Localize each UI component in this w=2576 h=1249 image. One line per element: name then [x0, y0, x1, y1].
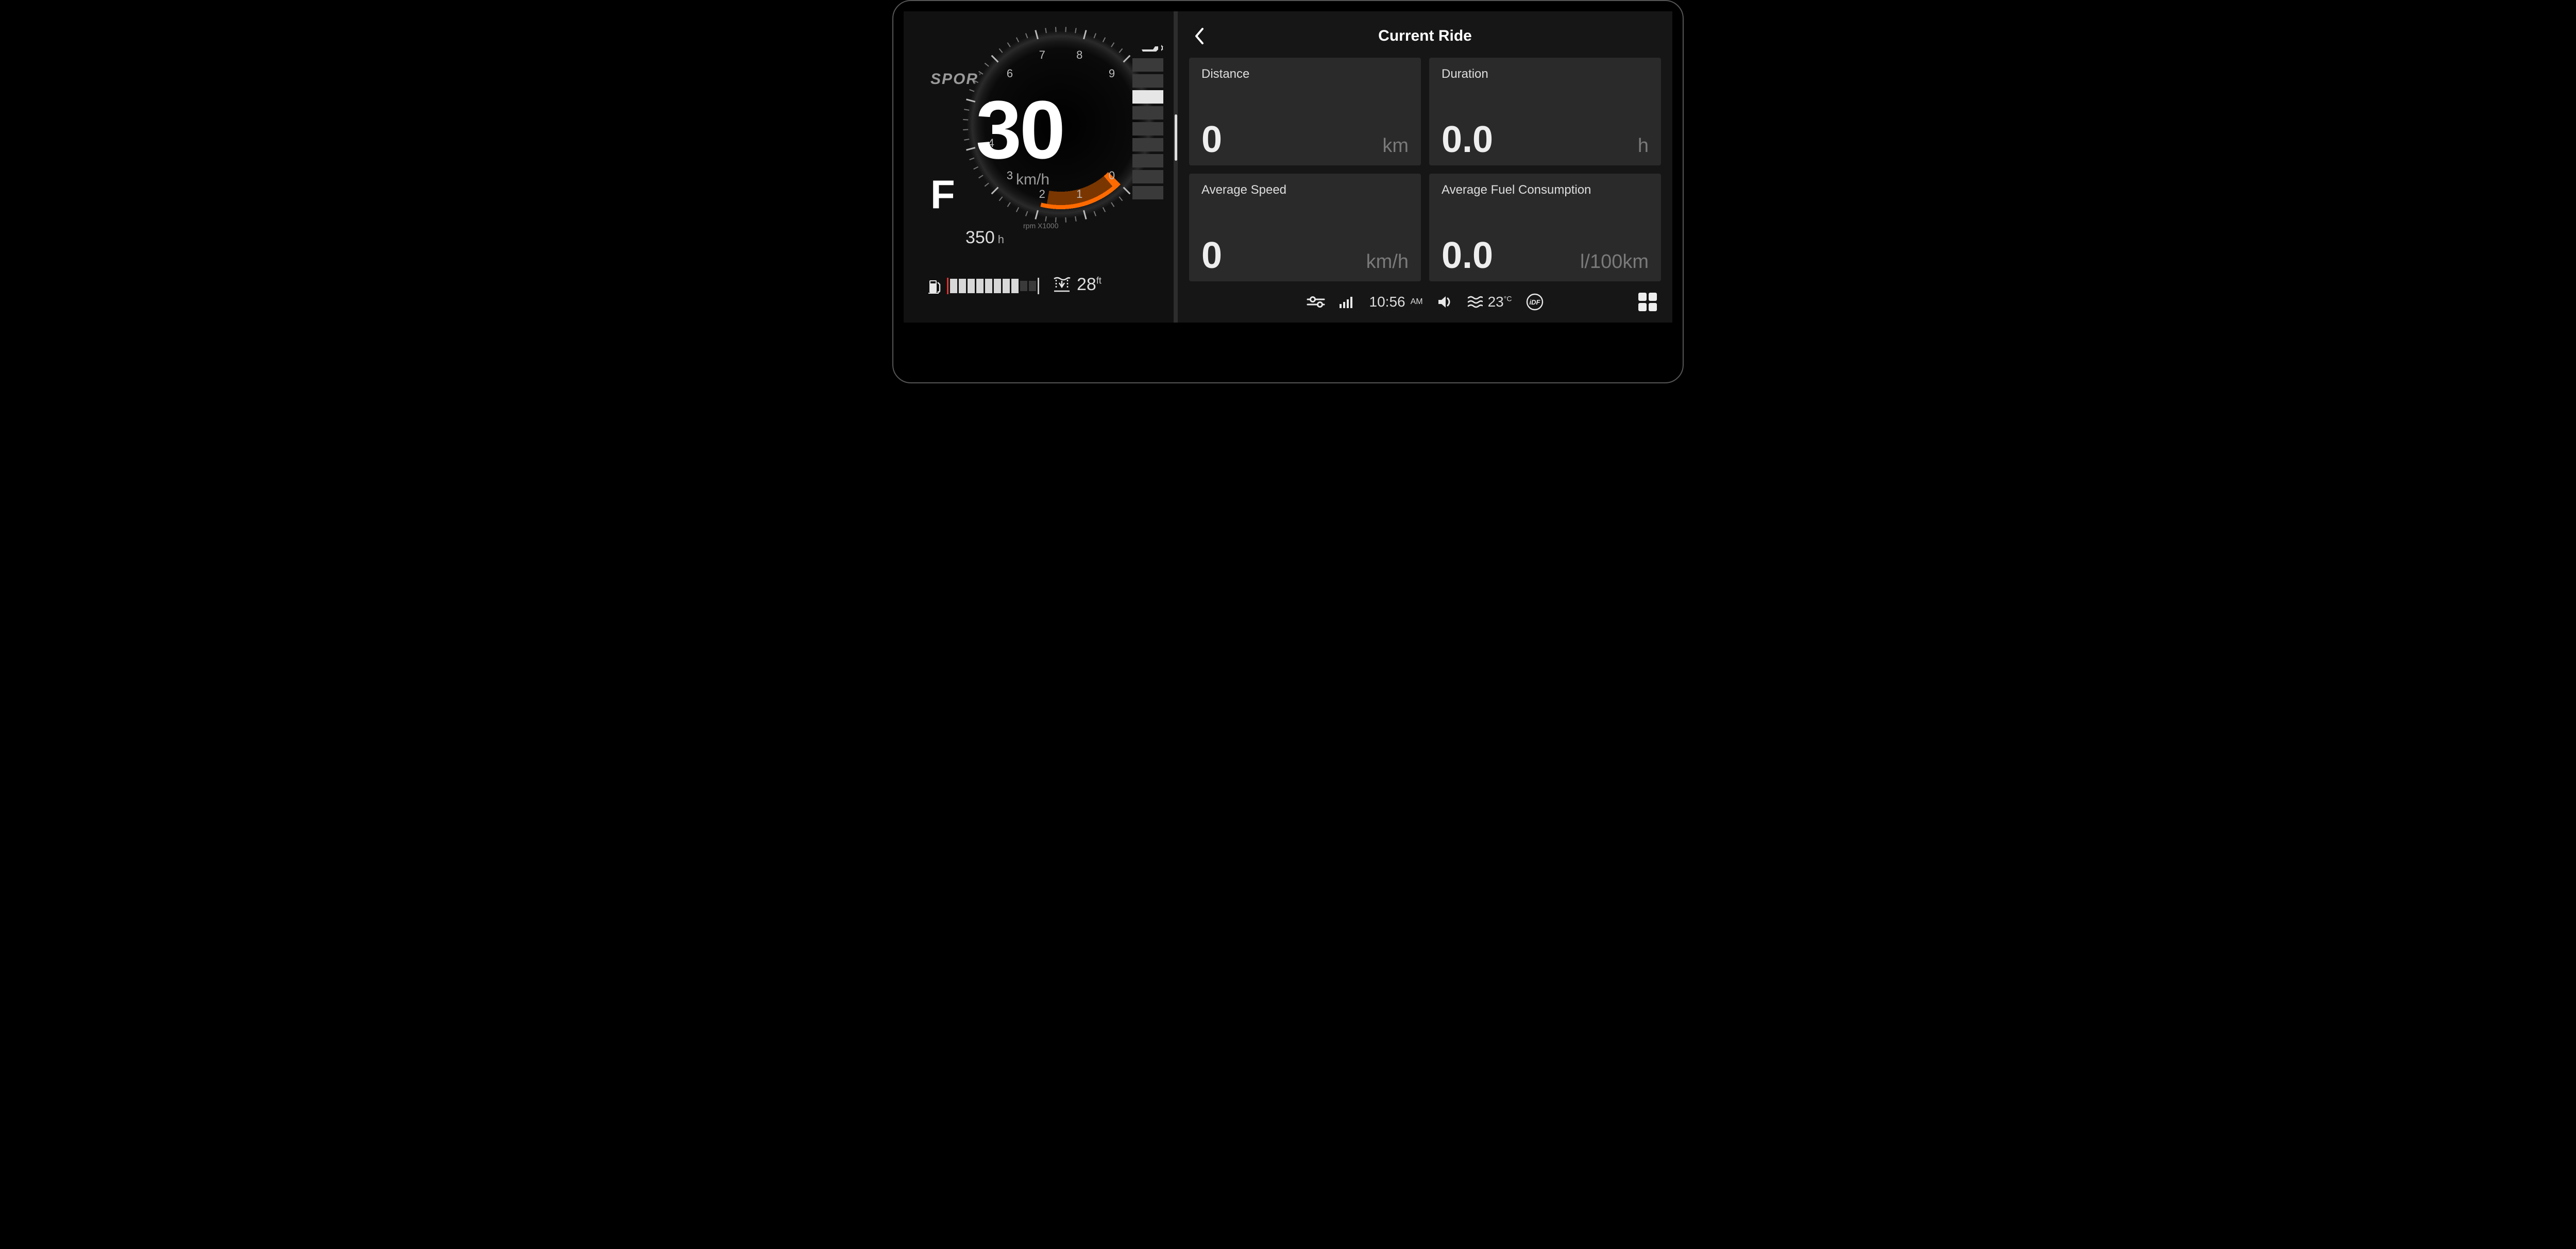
idf-button[interactable]: iDF: [1526, 293, 1544, 311]
trim-segment: [1132, 154, 1163, 167]
screen: SPORT 0123456789 30 km/h rpm X1000 F 350…: [904, 11, 1672, 323]
card-title: Average Fuel Consumption: [1442, 183, 1649, 197]
fuel-gauge: [928, 278, 1039, 294]
rpm-unit-label: rpm X1000: [1023, 222, 1058, 230]
card-value: 0: [1201, 121, 1222, 158]
card-average-speed[interactable]: Average Speed 0 km/h: [1189, 174, 1421, 281]
divider-handle[interactable]: [1175, 114, 1177, 161]
page-title: Current Ride: [1189, 27, 1661, 45]
clock: 10:56 AM: [1369, 294, 1423, 310]
card-unit: km: [1382, 135, 1409, 157]
speed-value: 30: [976, 89, 1063, 171]
trim-segment: [1132, 186, 1163, 199]
speed-unit: km/h: [1016, 171, 1049, 189]
content-panel: Current Ride Distance 0 km Duration 0.0 …: [1178, 11, 1672, 323]
gear-indicator: F: [930, 171, 955, 218]
depth-unit: ft: [1096, 276, 1101, 286]
fuel-segment: [959, 279, 966, 293]
tach-scale-number: 0: [1109, 169, 1115, 182]
tach-scale-number: 7: [1039, 48, 1045, 62]
settings-button[interactable]: [1307, 296, 1325, 308]
gauge-panel: SPORT 0123456789 30 km/h rpm X1000 F 350…: [904, 11, 1174, 323]
fuel-segment: [985, 279, 992, 293]
panel-divider[interactable]: [1174, 11, 1178, 323]
engine-hours-unit: h: [995, 233, 1004, 246]
clock-ampm: AM: [1411, 297, 1423, 307]
fuel-segment: [976, 279, 984, 293]
svg-text:iDF: iDF: [1530, 298, 1541, 306]
trim-segment: [1132, 58, 1163, 72]
status-bar: 10:56 AM 23°C: [1189, 289, 1661, 315]
fuel-segment: [1029, 281, 1036, 291]
card-title: Duration: [1442, 67, 1649, 81]
trim-segment: [1132, 122, 1163, 136]
tach-scale-number: 2: [1039, 188, 1045, 201]
water-temp-unit: °C: [1504, 295, 1512, 303]
fuel-segment: [968, 279, 975, 293]
fuel-segment: [1003, 279, 1010, 293]
speaker-icon: [1437, 295, 1453, 309]
card-average-fuel[interactable]: Average Fuel Consumption 0.0 l/100km: [1429, 174, 1661, 281]
trim-segment: [1132, 138, 1163, 151]
tach-scale-number: 1: [1076, 188, 1082, 201]
fuel-empty-mark: [947, 278, 948, 294]
sliders-icon: [1307, 296, 1325, 308]
water-temp-value: 23: [1488, 294, 1504, 310]
card-title: Average Speed: [1201, 183, 1409, 197]
stats-grid: Distance 0 km Duration 0.0 h Average Spe…: [1189, 58, 1661, 281]
card-unit: l/100km: [1580, 251, 1649, 273]
card-value: 0.0: [1442, 121, 1493, 158]
device-frame: SPORT 0123456789 30 km/h rpm X1000 F 350…: [892, 0, 1684, 383]
card-value: 0: [1201, 237, 1222, 274]
card-title: Distance: [1201, 67, 1409, 81]
watercraft-trim-icon: [1132, 42, 1163, 54]
fuel-segment: [1020, 281, 1027, 291]
card-distance[interactable]: Distance 0 km: [1189, 58, 1421, 165]
volume-button[interactable]: [1437, 295, 1453, 309]
tach-scale-number: 8: [1076, 48, 1082, 62]
card-duration[interactable]: Duration 0.0 h: [1429, 58, 1661, 165]
trim-segment: [1132, 106, 1163, 120]
card-unit: km/h: [1366, 251, 1409, 273]
tach-scale-number: 9: [1109, 67, 1115, 80]
trim-segment: [1132, 170, 1163, 183]
fuel-segment: [994, 279, 1001, 293]
chevron-left-icon: [1194, 28, 1205, 44]
fuel-segment: [950, 279, 957, 293]
clock-time: 10:56: [1369, 294, 1405, 310]
card-unit: h: [1638, 135, 1649, 157]
trim-segment: [1132, 90, 1163, 104]
trim-segment: [1132, 74, 1163, 88]
trim-indicator: [1132, 42, 1163, 199]
back-button[interactable]: [1189, 26, 1210, 46]
engine-hours-value: 350: [965, 228, 995, 247]
content-header: Current Ride: [1189, 22, 1661, 50]
depth-reading: 28ft: [1053, 275, 1101, 295]
fuel-full-mark: [1038, 278, 1039, 294]
cellular-signal-icon: [1340, 296, 1355, 308]
apps-button[interactable]: [1638, 293, 1657, 311]
engine-hours: 350h: [965, 228, 1004, 248]
fuel-pump-icon: [928, 278, 943, 294]
depth-icon: [1053, 277, 1071, 293]
tach-scale-number: 6: [1007, 67, 1013, 80]
fuel-bar: [947, 278, 1039, 294]
card-value: 0.0: [1442, 237, 1493, 274]
water-temp-icon: [1467, 296, 1483, 308]
idf-icon: iDF: [1526, 293, 1544, 311]
water-temp: 23°C: [1467, 294, 1512, 310]
depth-value: 28: [1077, 275, 1096, 294]
fuel-segment: [1011, 279, 1019, 293]
